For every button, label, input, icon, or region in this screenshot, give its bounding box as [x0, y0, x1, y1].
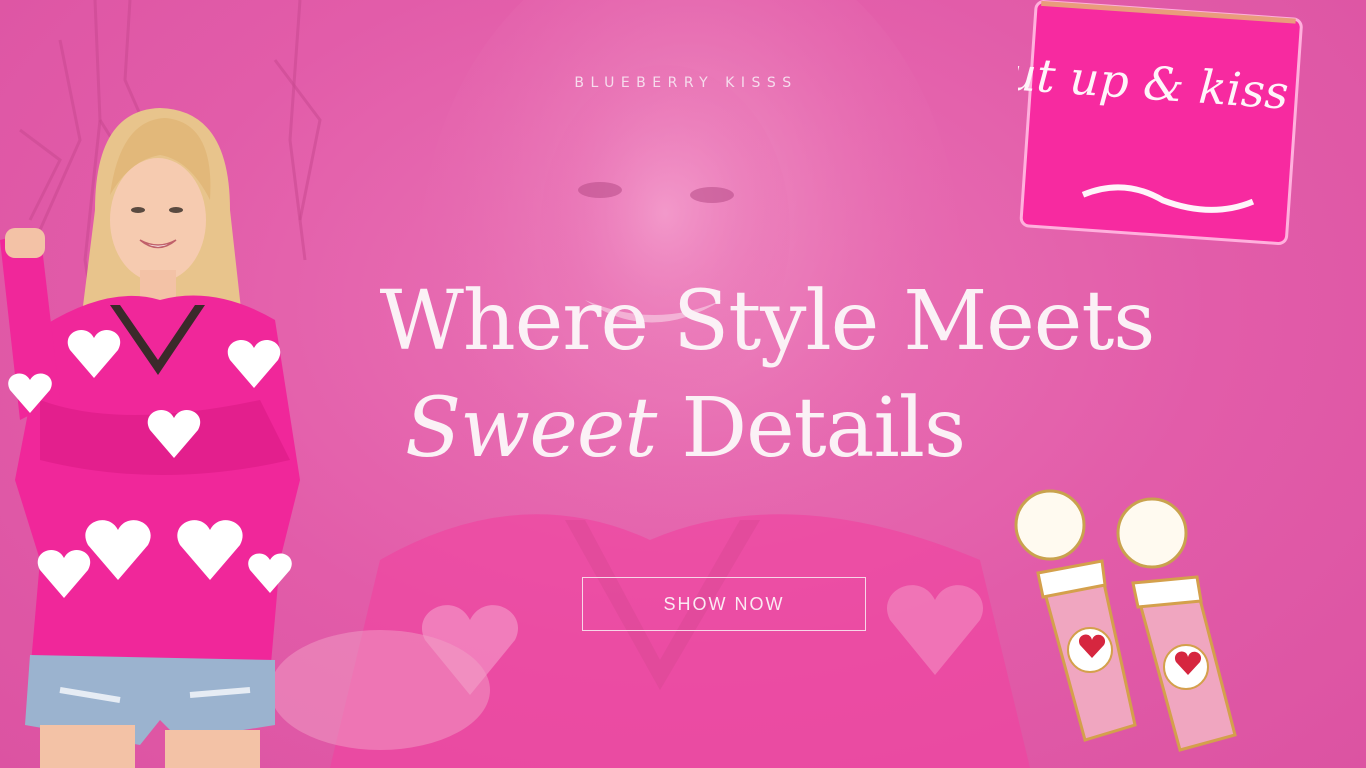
hero-banner: shut up & kiss me BLUEBERRY KISSS Where … — [0, 0, 1366, 768]
headline-line1: Where Style Meets — [379, 274, 1156, 369]
headline: Where Style Meets Sweet Details — [0, 270, 1366, 484]
brand-name: BLUEBERRY KISSS — [574, 75, 798, 91]
show-now-button[interactable]: SHOW NOW — [582, 577, 866, 631]
headline-line2: Sweet Details — [4, 374, 1366, 484]
coffee-cup-earrings-image — [1014, 489, 1237, 752]
headline-line2-rest: Details — [656, 381, 966, 476]
sequin-pouch-image: shut up & kiss me — [1018, 0, 1304, 245]
headline-italic-word: Sweet — [404, 381, 657, 476]
